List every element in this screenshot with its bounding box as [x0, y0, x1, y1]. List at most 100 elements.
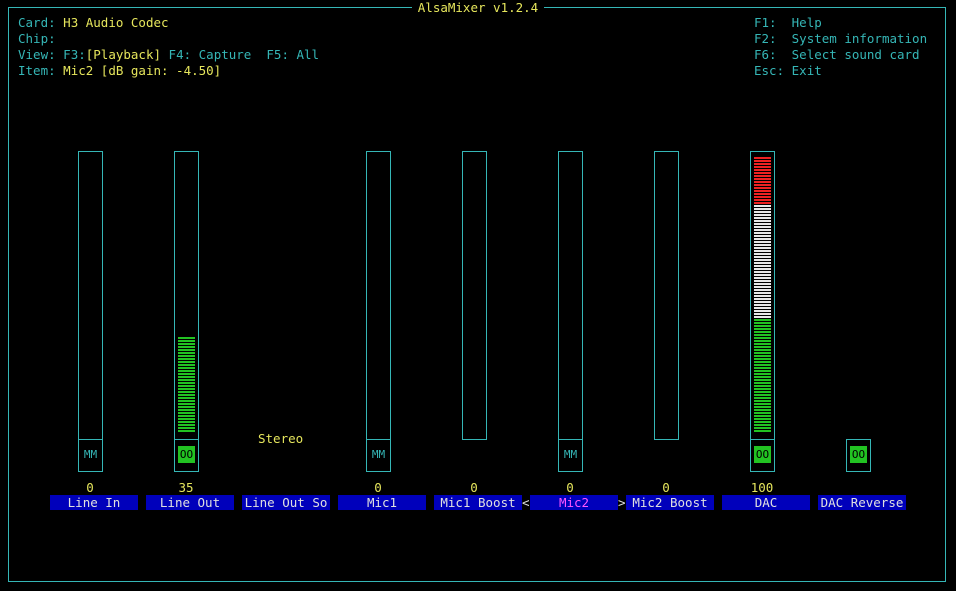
volume-segment — [754, 331, 771, 333]
volume-segment — [178, 427, 195, 429]
volume-bar-line-out[interactable] — [174, 151, 199, 440]
switch-line-out[interactable]: OO — [174, 439, 199, 472]
volume-segment — [754, 265, 771, 267]
volume-segment — [754, 208, 771, 210]
volume-segment — [754, 346, 771, 348]
volume-segment — [178, 424, 195, 426]
view-capture[interactable]: F4: Capture — [169, 47, 252, 62]
switch-state: OO — [850, 446, 867, 463]
volume-bar-mic1[interactable] — [366, 151, 391, 440]
volume-segment — [178, 364, 195, 366]
control-name-line-out-so[interactable]: Line Out So — [242, 495, 330, 510]
volume-segment — [754, 418, 771, 420]
switch-dac[interactable]: OO — [750, 439, 775, 472]
volume-segment — [754, 295, 771, 297]
volume-segment — [754, 199, 771, 201]
control-name-mic1-boost[interactable]: Mic1 Boost — [434, 495, 522, 510]
view-all[interactable]: F5: All — [266, 47, 319, 62]
volume-segment — [178, 358, 195, 360]
stereo-label: Stereo — [258, 431, 304, 446]
volume-segment — [754, 325, 771, 327]
volume-segment — [754, 424, 771, 426]
volume-segment — [178, 352, 195, 354]
volume-segment — [754, 310, 771, 312]
volume-segment — [754, 217, 771, 219]
switch-state: OO — [754, 446, 771, 463]
volume-segment — [754, 190, 771, 192]
volume-segment — [754, 307, 771, 309]
volume-segment — [178, 403, 195, 405]
control-name-line-in[interactable]: Line In — [50, 495, 138, 510]
volume-segment — [754, 289, 771, 291]
view-playback[interactable]: [Playback] — [86, 47, 161, 62]
volume-segment — [754, 220, 771, 222]
volume-bar-mic2[interactable] — [558, 151, 583, 440]
volume-segment — [754, 283, 771, 285]
control-name-line-out[interactable]: Line Out — [146, 495, 234, 510]
volume-segment — [754, 259, 771, 261]
switch-dac-reverse[interactable]: OO — [846, 439, 871, 472]
help-esc[interactable]: Esc: Exit — [754, 63, 822, 79]
item-line: Item: Mic2 [dB gain: -4.50] — [18, 63, 222, 78]
switch-state: MM — [371, 448, 386, 461]
control-name-dac[interactable]: DAC — [722, 495, 810, 510]
help-f6[interactable]: F6: Select sound card — [754, 47, 920, 63]
volume-segment — [754, 361, 771, 363]
volume-bar-line-in[interactable] — [78, 151, 103, 440]
control-name-mic1[interactable]: Mic1 — [338, 495, 426, 510]
volume-segment — [754, 271, 771, 273]
volume-segment — [754, 394, 771, 396]
switch-mic2[interactable]: MM — [558, 439, 583, 472]
volume-bar-dac[interactable] — [750, 151, 775, 440]
volume-segment — [754, 412, 771, 414]
volume-segment — [754, 298, 771, 300]
volume-segment — [178, 346, 195, 348]
volume-segment — [754, 319, 771, 321]
volume-segment — [754, 430, 771, 432]
volume-segment — [754, 166, 771, 168]
volume-segment — [178, 340, 195, 342]
volume-segment — [754, 277, 771, 279]
app-title: AlsaMixer v1.2.4 — [411, 0, 545, 15]
volume-segment — [754, 262, 771, 264]
volume-segment — [754, 385, 771, 387]
volume-segment — [754, 343, 771, 345]
volume-segment — [754, 409, 771, 411]
volume-segment — [178, 415, 195, 417]
volume-segment — [178, 355, 195, 357]
help-f2[interactable]: F2: System information — [754, 31, 927, 47]
volume-segment — [754, 403, 771, 405]
switch-line-in[interactable]: MM — [78, 439, 103, 472]
volume-segment — [178, 343, 195, 345]
volume-segment — [754, 268, 771, 270]
volume-segment — [178, 361, 195, 363]
volume-bar-mic1-boost[interactable] — [462, 151, 487, 440]
volume-segment — [754, 376, 771, 378]
volume-segment — [754, 184, 771, 186]
volume-segment — [754, 382, 771, 384]
help-f1[interactable]: F1: Help — [754, 15, 822, 31]
control-name-dac-reverse[interactable]: DAC Reverse — [818, 495, 906, 510]
volume-bar-mic2-boost[interactable] — [654, 151, 679, 440]
volume-segment — [178, 397, 195, 399]
control-name-mic2[interactable]: Mic2 — [530, 495, 618, 510]
volume-segment — [178, 337, 195, 339]
volume-segment — [754, 340, 771, 342]
volume-segment — [754, 226, 771, 228]
volume-value-mic1-boost: 0 — [470, 480, 478, 495]
volume-value-mic1: 0 — [374, 480, 382, 495]
selection-right-marker: > — [618, 495, 626, 510]
title-bar: AlsaMixer v1.2.4 — [0, 0, 956, 15]
volume-segment — [754, 232, 771, 234]
volume-segment — [754, 247, 771, 249]
volume-segment — [754, 160, 771, 162]
switch-mic1[interactable]: MM — [366, 439, 391, 472]
volume-segment — [754, 229, 771, 231]
control-name-mic2-boost[interactable]: Mic2 Boost — [626, 495, 714, 510]
view-line: View: F3:[Playback] F4: Capture F5: All — [18, 47, 320, 62]
volume-segment — [178, 349, 195, 351]
volume-segment — [754, 364, 771, 366]
chip-line: Chip: — [18, 31, 56, 46]
volume-segment — [754, 400, 771, 402]
volume-segment — [754, 214, 771, 216]
